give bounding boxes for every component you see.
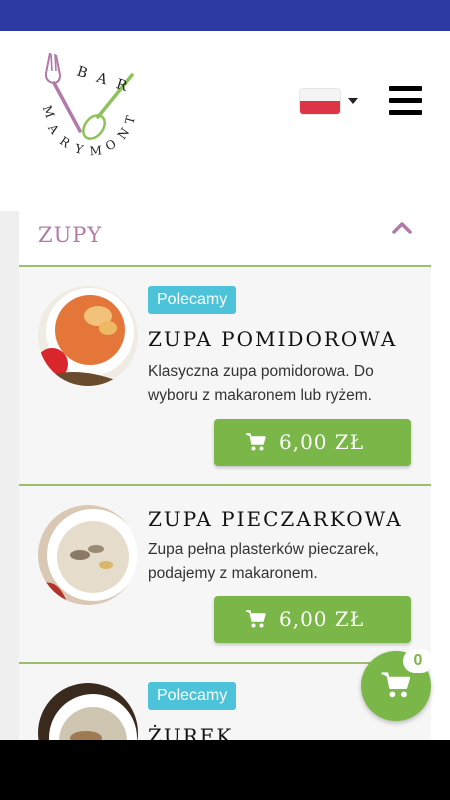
add-to-cart-button[interactable]: 6,00 ZŁ	[214, 419, 411, 466]
caret-down-icon	[348, 98, 358, 104]
fork-icon	[44, 52, 82, 133]
recommended-badge: Polecamy	[148, 682, 237, 710]
hamburger-icon[interactable]	[389, 86, 422, 116]
add-to-cart-button[interactable]: 6,00 ZŁ	[214, 596, 411, 643]
svg-text:A: A	[45, 121, 62, 137]
zupa-pieczarkowa-photo[interactable]	[38, 505, 138, 605]
cart-icon	[246, 610, 266, 628]
zupa-pomidorowa-photo[interactable]	[38, 286, 138, 386]
item-name: ZUPA POMIDOROWA	[148, 327, 398, 351]
item-description: Zupa pełna plasterków pieczarek, podajem…	[148, 541, 379, 582]
svg-text:M: M	[40, 103, 57, 119]
chevron-up-icon[interactable]	[391, 217, 413, 239]
section-header-zupy[interactable]: ZUPY	[19, 211, 431, 267]
svg-text:T: T	[122, 114, 138, 125]
item-name: ZUPA PIECZARKOWA	[148, 507, 403, 531]
cart-icon	[246, 433, 266, 451]
svg-text:R: R	[57, 134, 73, 151]
item-price: 6,00 ZŁ	[279, 607, 365, 631]
language-selector[interactable]	[300, 86, 362, 116]
item-price: 6,00 ZŁ	[279, 430, 365, 454]
shopping-cart-icon	[381, 672, 411, 698]
cart-button[interactable]: 0	[361, 649, 433, 721]
poland-flag-icon	[300, 89, 340, 114]
svg-text:Y: Y	[72, 141, 85, 157]
navigation-bar	[0, 740, 450, 800]
cart-count-badge: 0	[403, 649, 433, 673]
logo-text-bar: B A R	[75, 64, 132, 96]
menu-item-zupa-pieczarkowa: ZUPA PIECZARKOWA Zupa pełna plasterków p…	[19, 486, 431, 664]
status-bar	[0, 0, 450, 31]
zurek-photo[interactable]	[38, 683, 138, 740]
item-name: ŻUREK	[148, 724, 234, 740]
svg-text:M: M	[89, 143, 102, 158]
header: B A R M A R Y M O N T	[0, 31, 450, 211]
page-margin-right	[431, 211, 450, 740]
menu-item-zupa-pomidorowa: Polecamy ZUPA POMIDOROWA Klasyczna zupa …	[19, 267, 431, 486]
section-title: ZUPY	[38, 223, 103, 247]
svg-text:O: O	[103, 136, 119, 153]
logo[interactable]: B A R M A R Y M O N T	[36, 45, 148, 165]
svg-text:N: N	[115, 125, 132, 142]
recommended-badge: Polecamy	[148, 286, 237, 314]
item-description: Klasyczna zupa pomidorowa. Do wyboru z m…	[148, 363, 374, 404]
page-margin-left	[0, 211, 19, 740]
